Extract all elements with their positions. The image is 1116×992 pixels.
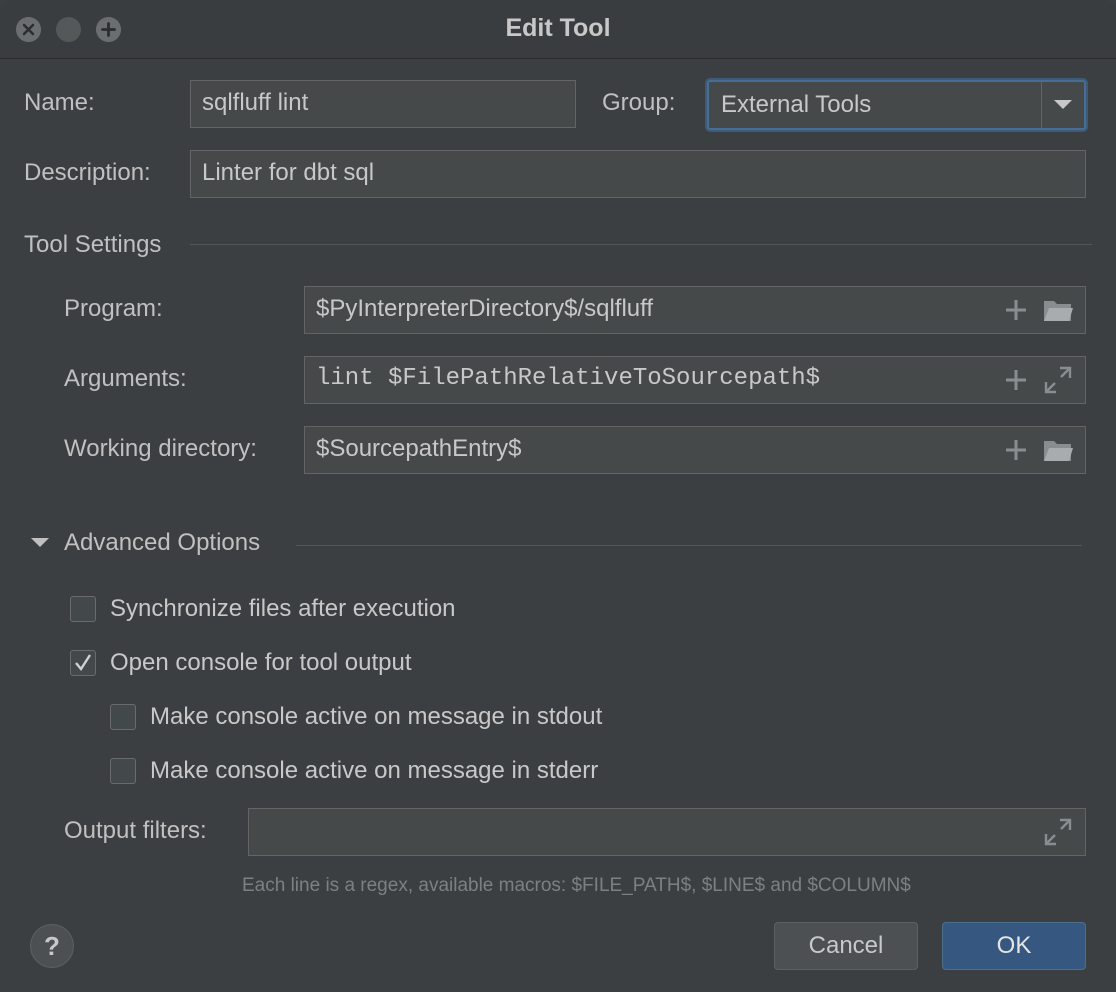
console-active-stdout-label: Make console active on message in stdout [150,703,603,730]
group-selected-value: External Tools [721,91,872,118]
working-directory-label: Working directory: [64,435,257,462]
console-active-stdout-checkbox[interactable] [110,704,136,730]
checkmark-icon [75,654,92,672]
dialog-title: Edit Tool [505,14,611,42]
insert-macro-plus-icon[interactable] [1004,438,1028,462]
open-console-checkbox[interactable] [70,650,96,676]
program-input[interactable]: $PyInterpreterDirectory$/sqlfluff [304,286,1086,334]
advanced-options-separator [296,545,1082,546]
output-filters-input[interactable] [248,808,1086,856]
edit-tool-dialog: Edit Tool Name: sqlfluff lint Group: Ext… [0,0,1116,992]
collapse-triangle-icon[interactable] [30,536,50,550]
console-active-stderr-label: Make console active on message in stderr [150,757,599,784]
arguments-input[interactable]: lint $FilePathRelativeToSourcepath$ [304,356,1086,404]
cancel-button[interactable]: Cancel [774,922,918,970]
working-directory-value: $SourcepathEntry$ [316,435,522,462]
ok-button[interactable]: OK [942,922,1086,970]
expand-icon[interactable] [1044,366,1072,394]
working-directory-input[interactable]: $SourcepathEntry$ [304,426,1086,474]
tool-settings-separator [190,244,1092,245]
help-button[interactable]: ? [30,924,74,968]
insert-macro-plus-icon[interactable] [1004,298,1028,322]
synchronize-files-checkbox[interactable] [70,596,96,622]
group-dropdown[interactable]: External Tools [707,80,1086,130]
expand-icon[interactable] [1044,818,1072,846]
dropdown-divider [1041,82,1042,128]
chevron-down-icon [1054,100,1072,109]
program-label: Program: [64,295,163,322]
arguments-value: lint $FilePathRelativeToSourcepath$ [316,365,821,392]
group-label: Group: [602,89,676,116]
title-bar: Edit Tool [0,0,1116,59]
synchronize-files-label: Synchronize files after execution [110,595,456,622]
description-input[interactable]: Linter for dbt sql [190,150,1086,198]
advanced-options-heading[interactable]: Advanced Options [64,529,260,557]
arguments-label: Arguments: [64,365,187,392]
output-filters-hint: Each line is a regex, available macros: … [242,875,911,896]
name-input[interactable]: sqlfluff lint [190,80,576,128]
tool-settings-heading: Tool Settings [24,231,162,258]
program-value: $PyInterpreterDirectory$/sqlfluff [316,295,654,322]
console-active-stderr-checkbox[interactable] [110,758,136,784]
folder-browse-icon[interactable] [1042,436,1074,464]
open-console-label: Open console for tool output [110,649,412,676]
name-label: Name: [24,89,95,116]
output-filters-label: Output filters: [64,817,207,844]
description-label: Description: [24,159,151,186]
folder-browse-icon[interactable] [1042,296,1074,324]
insert-macro-plus-icon[interactable] [1004,368,1028,392]
